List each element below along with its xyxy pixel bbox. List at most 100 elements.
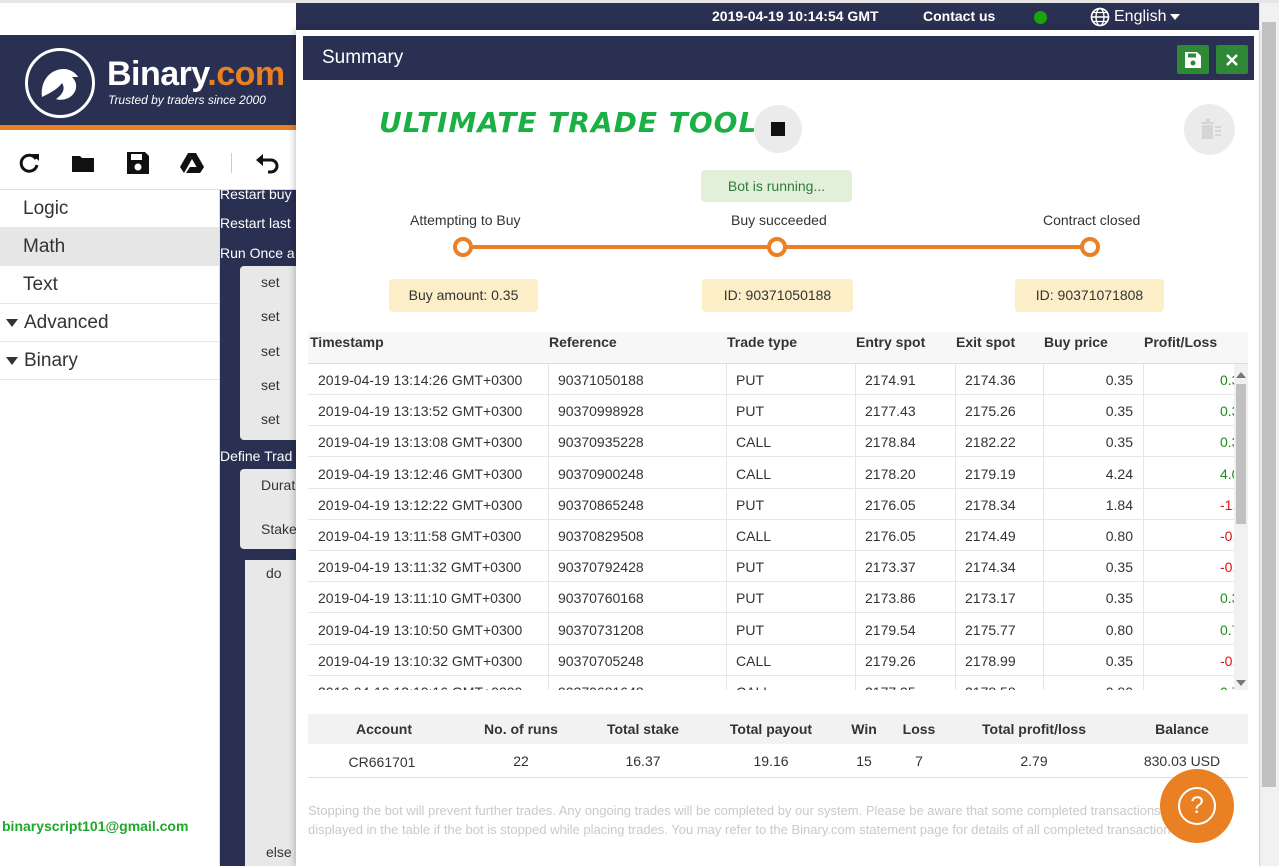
stats-table-header: Account No. of runs Total stake Total pa… <box>308 714 1248 744</box>
block-set: set <box>261 274 280 290</box>
table-cell: 90370705248 <box>558 652 644 669</box>
stop-bot-button[interactable] <box>754 105 802 153</box>
bot-status-badge: Bot is running... <box>701 170 852 202</box>
dialog-title: Summary <box>322 47 404 68</box>
block-trade-options[interactable]: Durat Stake <box>240 469 297 549</box>
table-cell: 2019-04-19 13:10:50 GMT+0300 <box>318 621 523 638</box>
table-cell: 2179.26 <box>865 652 916 669</box>
block-set-group[interactable]: set set set set set <box>240 266 296 440</box>
stats-header: Account <box>356 721 412 737</box>
folder-open-icon[interactable] <box>70 150 96 176</box>
table-cell: 0.35 <box>1105 590 1133 607</box>
step-label-closed: Contract closed <box>1043 212 1141 228</box>
table-cell: 90371050188 <box>558 372 644 388</box>
connection-status-dot <box>1034 11 1047 24</box>
stats-header: Total profit/loss <box>982 721 1086 737</box>
trades-scrollbar-thumb[interactable] <box>1236 384 1246 524</box>
table-cell: 2019-04-19 13:11:10 GMT+0300 <box>318 590 522 607</box>
table-cell: 0.35 <box>1105 372 1133 388</box>
table-row[interactable]: 2019-04-19 13:14:26 GMT+0300 90371050188 P… <box>308 364 1234 395</box>
sidebar-item-binary[interactable]: Binary <box>0 342 219 380</box>
stats-loss: 7 <box>915 753 923 769</box>
globe-icon <box>1090 7 1110 27</box>
page-scrollbar-thumb[interactable] <box>1262 22 1276 787</box>
help-button[interactable]: ? <box>1160 769 1234 843</box>
close-icon <box>1226 53 1238 66</box>
table-cell: 90370900248 <box>558 465 644 482</box>
column-header[interactable]: Timestamp <box>310 334 384 350</box>
table-row[interactable]: 2019-04-19 13:13:08 GMT+0300 90370935228 C… <box>308 426 1234 458</box>
reset-icon[interactable] <box>16 150 42 176</box>
table-cell: 2179.54 <box>865 621 916 638</box>
table-row[interactable]: 2019-04-19 13:13:52 GMT+0300 90370998928 P… <box>308 395 1234 427</box>
table-row[interactable]: 2019-04-19 13:12:22 GMT+0300 90370865248 P… <box>308 489 1234 520</box>
top-bar-dark: 2019-04-19 10:14:54 GMT Contact us Engli… <box>296 3 1259 33</box>
server-time: 2019-04-19 10:14:54 GMT <box>712 8 879 24</box>
block-stake: Stake <box>261 521 297 537</box>
stats-header: Balance <box>1155 721 1209 737</box>
download-button[interactable] <box>1177 45 1209 74</box>
table-cell: 0.35 <box>1105 434 1133 451</box>
summary-dialog: Summary ULTIMATE TRADE TOOLS Bot is runn… <box>296 30 1259 866</box>
stats-total-stake: 16.37 <box>625 753 661 769</box>
sidebar-item-math[interactable]: Math <box>0 228 219 266</box>
contact-us-link[interactable]: Contact us <box>923 8 995 24</box>
block-define-trade[interactable]: Define Trad <box>220 448 296 464</box>
table-cell: 4.00 <box>1220 465 1234 482</box>
table-cell: 4.24 <box>1105 465 1133 482</box>
table-row[interactable]: 2019-04-19 13:10:50 GMT+0300 90370731208 P… <box>308 614 1234 645</box>
block-set: set <box>261 377 280 393</box>
block-set: set <box>261 411 280 427</box>
table-cell: 2019-04-19 13:10:32 GMT+0300 <box>318 652 523 669</box>
language-selector[interactable]: English <box>1090 7 1181 27</box>
contact-email: binaryscript101@gmail.com <box>2 818 189 834</box>
table-cell: 2173.86 <box>865 590 916 607</box>
step-info-buy-id: ID: 90371050188 <box>702 279 853 312</box>
table-cell: 2182.22 <box>965 434 1016 451</box>
table-row[interactable]: 2019-04-19 13:10:16 GMT+0300 90370681648 C… <box>308 676 1234 690</box>
table-row[interactable]: 2019-04-19 13:10:32 GMT+0300 90370705248 C… <box>308 645 1234 676</box>
block-restart-buy[interactable]: Restart buy <box>220 186 296 202</box>
close-button[interactable] <box>1216 45 1248 74</box>
table-cell: 0.35 <box>1105 403 1133 420</box>
block-do-else[interactable]: do else <box>245 560 296 866</box>
table-row[interactable]: 2019-04-19 13:12:46 GMT+0300 90370900248 C… <box>308 458 1234 489</box>
table-row[interactable]: 2019-04-19 13:11:32 GMT+0300 90370792428 P… <box>308 551 1234 583</box>
table-cell: 2174.36 <box>965 372 1016 388</box>
column-header[interactable]: Trade type <box>727 334 797 350</box>
scroll-up-icon[interactable] <box>1236 371 1246 379</box>
table-cell: 90370865248 <box>558 496 644 513</box>
table-cell: 2178.58 <box>965 684 1050 690</box>
table-cell: 2178.84 <box>865 434 916 451</box>
column-header[interactable]: Reference <box>549 334 617 350</box>
table-cell: 90370998928 <box>558 403 644 420</box>
help-icon: ? <box>1178 787 1216 825</box>
table-cell: 90370935228 <box>558 434 644 451</box>
table-cell: -0.35 <box>1220 652 1234 669</box>
sidebar-item-logic[interactable]: Logic <box>0 190 219 228</box>
save-icon[interactable] <box>125 150 151 176</box>
table-row[interactable]: 2019-04-19 13:11:10 GMT+0300 90370760168 P… <box>308 582 1234 614</box>
column-header[interactable]: Entry spot <box>856 334 925 350</box>
column-header[interactable]: Exit spot <box>956 334 1015 350</box>
sidebar-item-advanced[interactable]: Advanced <box>0 304 219 342</box>
block-restart-last[interactable]: Restart last <box>220 215 296 231</box>
table-cell: 2019-04-19 13:10:16 GMT+0300 <box>318 684 543 690</box>
scroll-down-icon[interactable] <box>1236 679 1246 687</box>
undo-icon[interactable] <box>254 150 280 176</box>
table-row[interactable]: 2019-04-19 13:11:58 GMT+0300 90370829508 C… <box>308 520 1234 551</box>
column-header[interactable]: Buy price <box>1044 334 1108 350</box>
brand-banner: ULTIMATE TRADE TOOLS <box>379 106 779 139</box>
column-header[interactable]: Profit/Loss <box>1144 334 1217 350</box>
sidebar-item-text[interactable]: Text <box>0 266 219 304</box>
brand-header: Binary.com Trusted by traders since 2000 <box>0 35 296 130</box>
block-duration: Durat <box>261 477 296 493</box>
table-cell: 2177.43 <box>865 403 916 420</box>
clear-stats-button[interactable] <box>1184 104 1235 155</box>
blockly-workspace[interactable]: Restart buy Restart last Run Once a set … <box>220 186 297 866</box>
block-else: else <box>266 844 292 860</box>
google-drive-icon[interactable] <box>179 150 205 176</box>
trades-table-body[interactable]: 2019-04-19 13:14:26 GMT+0300 90371050188 P… <box>308 364 1234 690</box>
table-cell: 2174.91 <box>865 372 916 388</box>
block-run-once[interactable]: Run Once a <box>220 245 296 261</box>
